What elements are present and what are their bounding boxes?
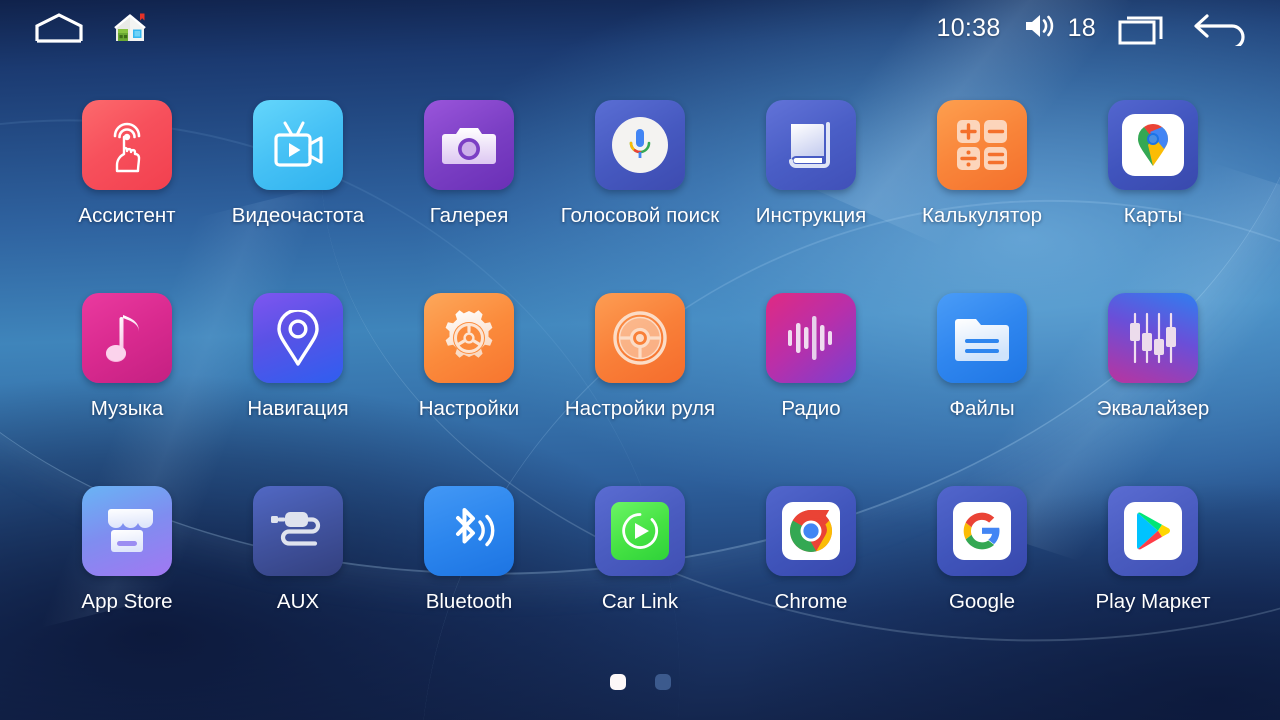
book-icon[interactable] [766,100,856,190]
folder-document-icon[interactable] [937,293,1027,383]
app-icon-navigation[interactable]: Навигация [213,275,384,468]
equalizer-sliders-icon[interactable] [1108,293,1198,383]
aux-plug-icon[interactable] [253,486,343,576]
status-bar-right: 10:38 18 [937,10,1280,46]
app-label: Голосовой поиск [560,204,720,227]
google-maps-pin-icon[interactable] [1108,100,1198,190]
app-label: Инструкция [755,204,867,227]
location-pin-icon[interactable] [253,293,343,383]
carlink-play-icon[interactable] [595,486,685,576]
app-icon-playmarket[interactable]: Play Маркет [1068,468,1239,661]
app-label: Видеочастота [231,204,365,227]
home-outline-icon[interactable] [34,12,84,44]
app-grid: Ассистент Видеочастота Галерея Голосовой… [0,82,1280,661]
app-icon-music[interactable]: Музыка [42,275,213,468]
app-icon-gallery[interactable]: Галерея [384,82,555,275]
storefront-icon[interactable] [82,486,172,576]
play-store-icon[interactable] [1108,486,1198,576]
app-icon-settings[interactable]: Настройки [384,275,555,468]
chrome-icon[interactable] [766,486,856,576]
app-label: AUX [276,590,320,613]
app-label: Настройки [418,397,520,420]
app-label: Car Link [601,590,679,613]
app-icon-files[interactable]: Файлы [897,275,1068,468]
app-label: Bluetooth [425,590,513,613]
app-label: Chrome [774,590,848,613]
video-camera-icon[interactable] [253,100,343,190]
app-icon-wheelsettings[interactable]: Настройки руля [555,275,726,468]
recent-apps-icon[interactable] [1118,11,1170,45]
app-label: Google [948,590,1016,613]
radio-waveform-icon[interactable] [766,293,856,383]
app-icon-radio[interactable]: Радио [726,275,897,468]
app-icon-maps[interactable]: Карты [1068,82,1239,275]
back-arrow-icon[interactable] [1192,10,1250,46]
app-icon-chrome[interactable]: Chrome [726,468,897,661]
app-icon-calculator[interactable]: Калькулятор [897,82,1068,275]
google-g-icon[interactable] [937,486,1027,576]
app-icon-assistant[interactable]: Ассистент [42,82,213,275]
camera-icon[interactable] [424,100,514,190]
page-dot-1[interactable] [609,674,626,690]
app-icon-aux[interactable]: AUX [213,468,384,661]
app-label: Калькулятор [921,204,1042,227]
app-label: App Store [81,590,173,613]
volume-indicator[interactable]: 18 [1023,11,1096,46]
touch-assistant-icon[interactable] [82,100,172,190]
app-icon-carlink[interactable]: Car Link [555,468,726,661]
app-label: Галерея [429,204,509,227]
app-icon-equalizer[interactable]: Эквалайзер [1068,275,1239,468]
app-label: Карты [1123,204,1183,227]
app-icon-videofreq[interactable]: Видеочастота [213,82,384,275]
app-label: Play Маркет [1095,590,1211,613]
app-icon-voicesearch[interactable]: Голосовой поиск [555,82,726,275]
page-dot-2[interactable] [654,674,671,690]
music-note-icon[interactable] [82,293,172,383]
bluetooth-icon[interactable] [424,486,514,576]
app-icon-appstore[interactable]: App Store [42,468,213,661]
app-icon-manual[interactable]: Инструкция [726,82,897,275]
app-label: Музыка [90,397,164,420]
app-icon-bluetooth[interactable]: Bluetooth [384,468,555,661]
calculator-icon[interactable] [937,100,1027,190]
volume-level: 18 [1067,13,1096,42]
app-label: Настройки руля [564,397,716,420]
app-label: Ассистент [78,204,176,227]
app-label: Навигация [247,397,349,420]
gear-icon[interactable] [424,293,514,383]
app-label: Файлы [949,397,1015,420]
house-widget-icon[interactable] [112,11,148,45]
status-bar: 10:38 18 [0,0,1280,56]
app-label: Радио [781,397,841,420]
google-mic-icon[interactable] [595,100,685,190]
app-icon-google[interactable]: Google [897,468,1068,661]
volume-up-icon[interactable] [1023,11,1059,46]
page-indicator [0,674,1280,690]
steering-wheel-icon[interactable] [595,293,685,383]
status-clock: 10:38 [936,13,1001,42]
app-label: Эквалайзер [1096,397,1210,420]
status-bar-left [0,11,148,45]
